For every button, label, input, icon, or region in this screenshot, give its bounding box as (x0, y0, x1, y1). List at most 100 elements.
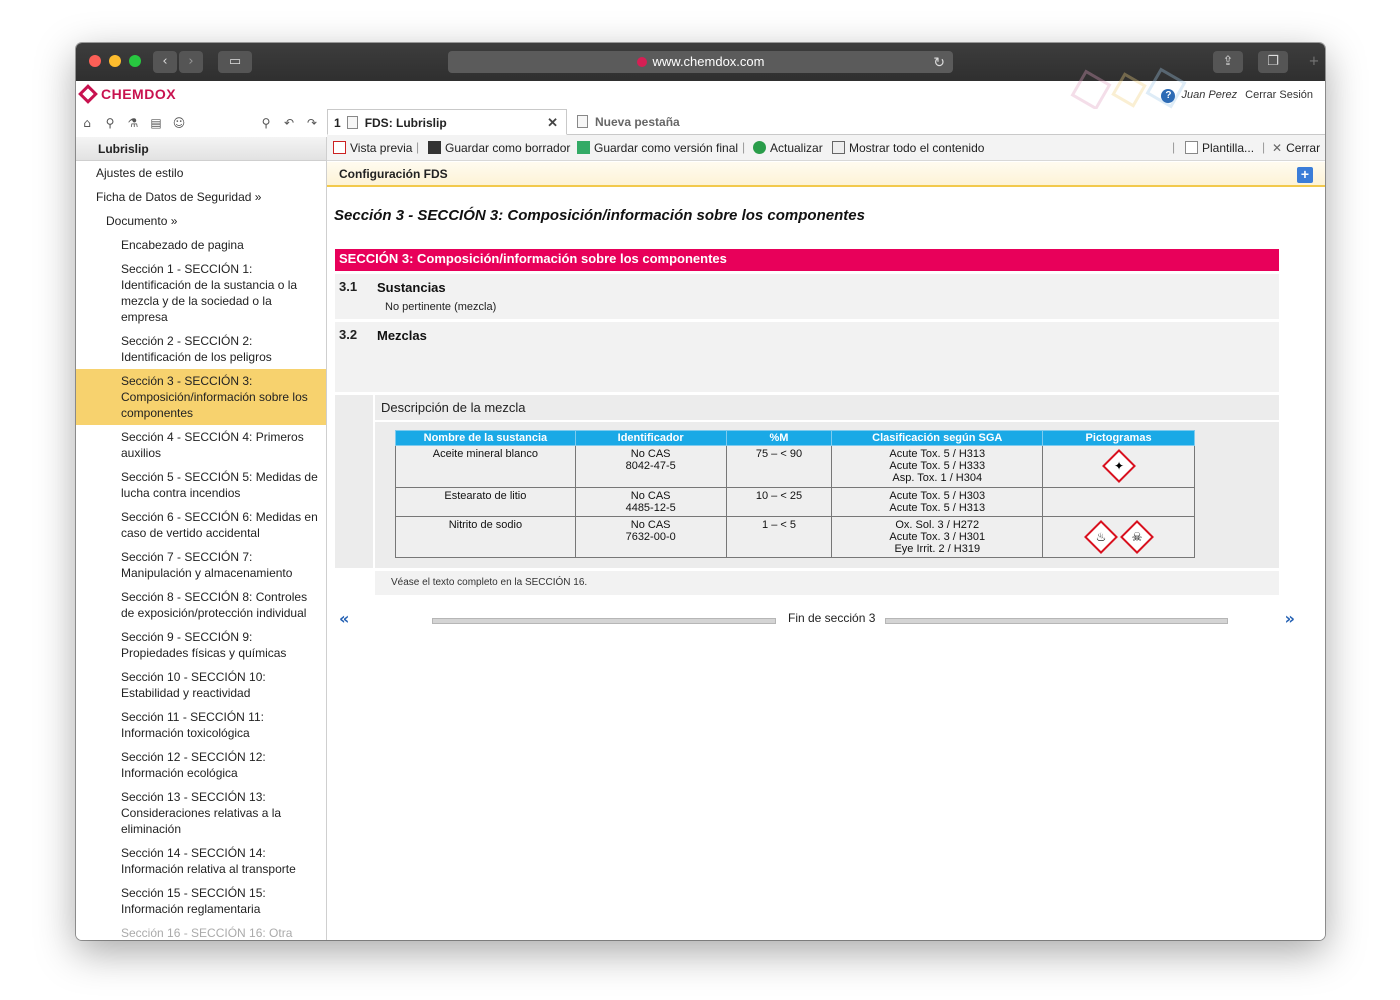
percent-cell: 10 – < 25 (725, 487, 833, 517)
classification-cell: Acute Tox. 5 / H313 Acute Tox. 5 / H333 As… (831, 445, 1044, 488)
nav-seccion-3[interactable]: Sección 3 - SECCIÓN 3: Composición/infor… (76, 369, 326, 425)
nav-ajustes-estilo[interactable]: Ajustes de estilo (76, 161, 326, 185)
reload-icon[interactable]: ↻ (933, 51, 945, 73)
refresh-button[interactable]: Actualizar (753, 141, 823, 155)
nav-ficha-datos[interactable]: Ficha de Datos de Seguridad » (76, 185, 326, 209)
share-button[interactable]: ⇪ (1213, 51, 1243, 73)
save-draft-button[interactable]: Guardar como borrador (428, 141, 570, 155)
document-icon[interactable]: ▤ (149, 116, 163, 130)
nav-seccion-6[interactable]: Sección 6 - SECCIÓN 6: Medidas en caso d… (76, 505, 326, 545)
identifier-cell: No CAS 8042-47-5 (574, 445, 727, 488)
forward-button[interactable]: › (179, 51, 203, 73)
nav-documento[interactable]: Documento » (76, 209, 326, 233)
flask-icon[interactable]: ⚗ (126, 116, 140, 130)
toolbar-separator: | (416, 140, 420, 154)
nav-seccion-11[interactable]: Sección 11 - SECCIÓN 11: Información tox… (76, 705, 326, 745)
template-label: Plantilla... (1202, 141, 1255, 155)
see-section-16-note: Véase el texto completo en la SECCIÓN 16… (375, 571, 1279, 595)
site-favicon-icon (636, 57, 647, 67)
pictogram-cell: ✦ (1042, 445, 1195, 488)
tab-strip: 1 FDS: Lubrislip ✕ Nueva pestaña (327, 109, 1325, 135)
save-final-icon (577, 141, 590, 154)
nav-seccion-8[interactable]: Sección 8 - SECCIÓN 8: Controles de expo… (76, 585, 326, 625)
tab-label: Nueva pestaña (595, 115, 680, 129)
classification-cell: Acute Tox. 5 / H303 Acute Tox. 5 / H313 (831, 487, 1044, 517)
left-gutter (335, 395, 373, 568)
nav-seccion-5[interactable]: Sección 5 - SECCIÓN 5: Medidas de lucha … (76, 465, 326, 505)
mixture-table: Nombre de la sustancia Identificador %M … (395, 430, 1195, 558)
nav-seccion-4[interactable]: Sección 4 - SECCIÓN 4: Primeros auxilios (76, 425, 326, 465)
identifier-type: No CAS (630, 519, 671, 531)
classification-line: Acute Tox. 5 / H333 (889, 460, 986, 472)
nav-encabezado[interactable]: Encabezado de pagina (76, 233, 326, 257)
redo-icon[interactable]: ↷ (305, 116, 319, 130)
preview-button[interactable]: Vista previa (333, 141, 412, 155)
tab-number: 1 (334, 116, 341, 130)
search-icon[interactable]: ⚲ (103, 116, 117, 130)
identifier-type: No CAS (630, 448, 671, 460)
back-button[interactable]: ‹ (153, 51, 177, 73)
subsection-title: Sustancias (377, 280, 446, 295)
nav-seccion-15[interactable]: Sección 15 - SECCIÓN 15: Información reg… (76, 881, 326, 921)
identifier-cell: No CAS 4485-12-5 (574, 487, 727, 517)
toolbar-separator: | (1172, 140, 1176, 154)
close-window-button[interactable] (89, 55, 101, 67)
pdf-icon (333, 141, 346, 154)
nav-seccion-2[interactable]: Sección 2 - SECCIÓN 2: Identificación de… (76, 329, 326, 369)
zoom-window-button[interactable] (129, 55, 141, 67)
nav-seccion-9[interactable]: Sección 9 - SECCIÓN 9: Propiedades físic… (76, 625, 326, 665)
column-header: Pictogramas (1042, 430, 1195, 446)
nav-seccion-12[interactable]: Sección 12 - SECCIÓN 12: Información eco… (76, 745, 326, 785)
help-icon[interactable]: ? (1161, 89, 1176, 103)
toolbar-separator: | (742, 140, 746, 154)
next-section-icon[interactable]: » (1285, 609, 1295, 628)
identifier-value: 7632-00-0 (625, 531, 676, 543)
sidebar-nav: Ajustes de estilo Ficha de Datos de Segu… (76, 161, 326, 940)
nav-seccion-10[interactable]: Sección 10 - SECCIÓN 10: Estabilidad y r… (76, 665, 326, 705)
divider-bar (885, 618, 1228, 624)
previous-section-icon[interactable]: « (339, 609, 349, 628)
flame-over-circle-icon: ♨ (1083, 520, 1118, 554)
health-hazard-icon: ✦ (1101, 449, 1136, 483)
identifier-cell: No CAS 7632-00-0 (574, 516, 727, 558)
chevron-right-icon: › (188, 54, 194, 69)
nav-seccion-13[interactable]: Sección 13 - SECCIÓN 13: Consideraciones… (76, 785, 326, 841)
pictogram-cell: ♨ ☠ (1042, 516, 1195, 558)
new-tab-button[interactable]: + (1303, 51, 1325, 73)
nav-seccion-14[interactable]: Sección 14 - SECCIÓN 14: Información rel… (76, 841, 326, 881)
tab-label: FDS: Lubrislip (364, 116, 447, 130)
nav-seccion-1[interactable]: Sección 1 - SECCIÓN 1: Identificación de… (76, 257, 326, 329)
new-tab-icon (577, 115, 588, 128)
users-icon[interactable]: ☺ (172, 116, 186, 130)
column-header: Clasificación según SGA (831, 430, 1044, 446)
browser-window: ‹ › ▭ www.chemdox.com ↻ ⇪ ❐ + CHEMDOX ? J… (76, 43, 1325, 940)
app-header: CHEMDOX ? Juan Perez Cerrar Sesión (76, 67, 1325, 111)
sidebar-toggle-button[interactable]: ▭ (218, 51, 252, 73)
tab-fds-lubrislip[interactable]: 1 FDS: Lubrislip ✕ (327, 109, 567, 135)
logout-link[interactable]: Cerrar Sesión (1245, 89, 1313, 101)
chemdox-logo[interactable]: CHEMDOX (78, 84, 176, 104)
tab-new[interactable]: Nueva pestaña (571, 109, 701, 135)
chemdox-logo-icon (78, 84, 98, 104)
close-doc-button[interactable]: ✕ Cerrar (1272, 141, 1320, 155)
mixture-table-row: Nombre de la sustancia Identificador %M … (375, 422, 1279, 568)
close-icon: ✕ (1272, 141, 1283, 155)
home-icon[interactable]: ⌂ (80, 116, 94, 130)
address-bar[interactable]: www.chemdox.com ↻ (448, 51, 953, 73)
save-final-button[interactable]: Guardar como versión final (577, 141, 738, 155)
identifier-type: No CAS (630, 490, 671, 502)
section-header: SECCIÓN 3: Composición/información sobre… (335, 249, 1279, 271)
subsection-3-2: 3.2 Mezclas (335, 322, 1279, 392)
close-tab-icon[interactable]: ✕ (547, 110, 558, 136)
nav-seccion-7[interactable]: Sección 7 - SECCIÓN 7: Manipulación y al… (76, 545, 326, 585)
nav-seccion-16[interactable]: Sección 16 - SECCIÓN 16: Otra (76, 921, 326, 940)
show-all-button[interactable]: Mostrar todo el contenido (832, 141, 984, 155)
zoom-icon[interactable]: ⚲ (259, 116, 273, 130)
undo-icon[interactable]: ↶ (282, 116, 296, 130)
template-icon (1185, 141, 1198, 154)
divider-bar (432, 618, 776, 624)
expand-plus-icon[interactable]: + (1297, 167, 1313, 183)
minimize-window-button[interactable] (109, 55, 121, 67)
template-button[interactable]: Plantilla... (1185, 141, 1254, 155)
show-tabs-button[interactable]: ❐ (1258, 51, 1288, 73)
